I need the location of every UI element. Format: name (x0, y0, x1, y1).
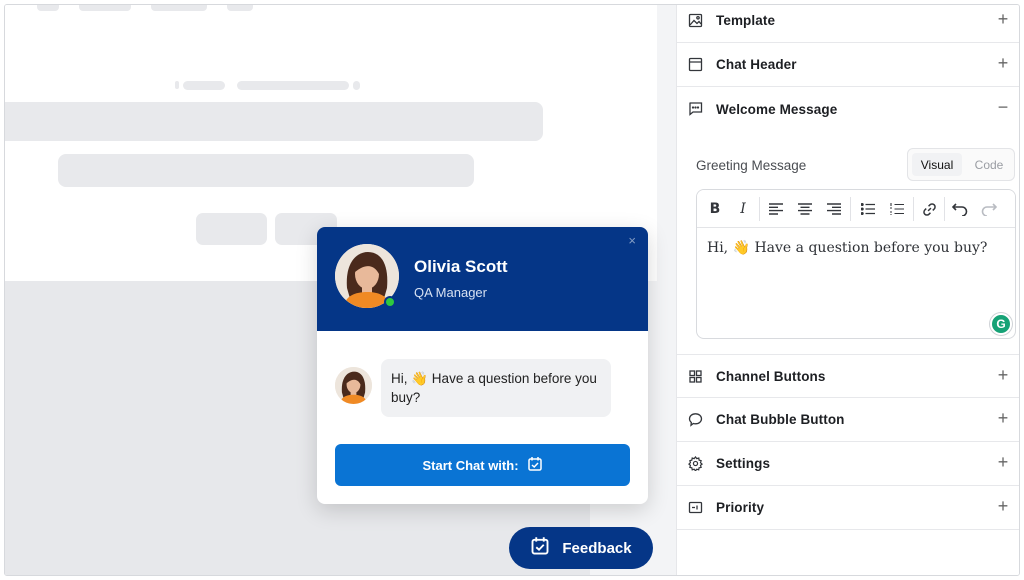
plus-icon[interactable]: + (994, 9, 1012, 29)
editor-mode-switch: Visual Code (907, 148, 1015, 181)
align-right-icon[interactable] (824, 199, 844, 219)
chat-widget: × Olivia Scott QA Manager Hi, 👋 Have a q… (317, 227, 648, 504)
minus-icon[interactable]: − (994, 97, 1012, 117)
start-chat-label: Start Chat with: (422, 457, 519, 473)
bold-icon[interactable]: B (705, 199, 725, 219)
message-icon (688, 101, 703, 116)
section-chat-bubble-button[interactable]: Chat Bubble Button + (677, 398, 1019, 442)
app-frame: × Olivia Scott QA Manager Hi, 👋 Have a q… (4, 4, 1020, 576)
plus-icon[interactable]: + (994, 365, 1012, 385)
image-icon (688, 13, 703, 28)
grammarly-icon[interactable]: G (990, 313, 1012, 335)
bullet-list-icon[interactable] (858, 199, 878, 219)
grid-icon (688, 369, 703, 384)
online-status-dot (384, 296, 396, 308)
calendar-check-icon (530, 536, 550, 560)
settings-panel: Template + Chat Header + Welcome Message… (676, 5, 1019, 575)
window-icon (688, 57, 703, 72)
section-label: Chat Header (716, 57, 797, 72)
greeting-message-label: Greeting Message (696, 158, 807, 173)
chat-widget-header: × Olivia Scott QA Manager (317, 227, 648, 331)
priority-icon (688, 500, 703, 515)
section-label: Channel Buttons (716, 368, 826, 384)
welcome-message-bubble: Hi, 👋 Have a question before you buy? (381, 359, 611, 417)
plus-icon[interactable]: + (994, 408, 1012, 428)
agent-role: QA Manager (414, 285, 487, 300)
preview-area: × Olivia Scott QA Manager Hi, 👋 Have a q… (5, 5, 676, 575)
section-template[interactable]: Template + (677, 5, 1019, 43)
plus-icon[interactable]: + (994, 53, 1012, 73)
redo-icon[interactable] (979, 199, 999, 219)
start-chat-button[interactable]: Start Chat with: (335, 444, 630, 486)
align-center-icon[interactable] (795, 199, 815, 219)
section-welcome-message[interactable]: Welcome Message − (677, 87, 1019, 131)
section-label: Chat Bubble Button (716, 412, 845, 427)
section-channel-buttons[interactable]: Channel Buttons + (677, 354, 1019, 398)
italic-icon[interactable]: I (733, 199, 753, 219)
agent-name: Olivia Scott (414, 257, 508, 276)
section-priority[interactable]: Priority + (677, 486, 1019, 530)
undo-icon[interactable] (950, 199, 970, 219)
plus-icon[interactable]: + (994, 496, 1012, 516)
editor-content[interactable]: Hi, 👋 Have a question before you buy? (707, 240, 987, 256)
section-settings[interactable]: Settings + (677, 442, 1019, 486)
tab-visual[interactable]: Visual (912, 153, 962, 176)
section-label: Welcome Message (716, 101, 838, 117)
editor-toolbar: B I (697, 190, 1015, 228)
tab-code[interactable]: Code (966, 153, 1012, 176)
gear-icon (688, 455, 704, 472)
close-icon[interactable]: × (628, 233, 636, 248)
section-chat-header[interactable]: Chat Header + (677, 43, 1019, 87)
chat-bubble-icon (688, 412, 703, 427)
feedback-button[interactable]: Feedback (509, 527, 653, 569)
link-icon[interactable] (919, 199, 939, 219)
calendar-check-icon (527, 456, 543, 475)
section-label: Priority (716, 500, 765, 515)
plus-icon[interactable]: + (994, 452, 1012, 472)
section-label: Settings (716, 456, 771, 471)
numbered-list-icon[interactable] (887, 199, 907, 219)
feedback-label: Feedback (562, 539, 632, 557)
section-label: Template (716, 13, 776, 28)
align-left-icon[interactable] (766, 199, 786, 219)
agent-avatar-small (335, 367, 372, 404)
greeting-editor: B I Hi, 👋 Have a question before you buy… (696, 189, 1016, 339)
